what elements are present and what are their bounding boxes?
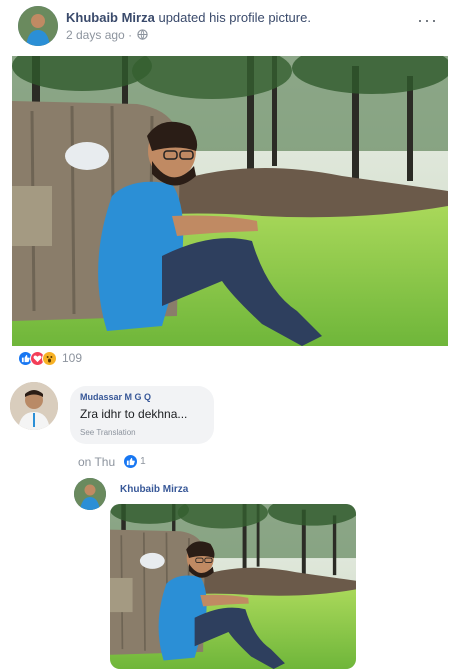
reply-author-avatar[interactable] <box>74 478 106 510</box>
reply-photo[interactable] <box>110 504 356 669</box>
commenter-avatar[interactable] <box>10 382 58 430</box>
reply-author-name[interactable]: Khubaib Mirza <box>120 484 188 495</box>
wow-icon <box>42 350 57 366</box>
post-action-text: updated his profile picture. <box>158 10 311 25</box>
comment-like-count: 1 <box>140 456 146 467</box>
profile-photo[interactable] <box>12 56 448 346</box>
globe-icon <box>137 29 149 43</box>
post-title-line: Khubaib Mirza updated his profile pictur… <box>66 10 311 25</box>
comment-timestamp[interactable]: on Thu <box>78 455 115 469</box>
comment-like-summary[interactable]: 1 <box>123 454 146 469</box>
comment-bubble: Mudassar M G Q Zra idhr to dekhna... See… <box>70 386 214 444</box>
like-icon <box>123 454 139 469</box>
see-translation-link[interactable]: See Translation <box>80 428 204 437</box>
post-header: Khubaib Mirza updated his profile pictur… <box>18 6 438 46</box>
meta-separator: · <box>128 28 133 42</box>
post-timestamp[interactable]: 2 days ago <box>66 28 125 42</box>
reactions-bar[interactable]: 109 <box>18 349 82 367</box>
comment-author[interactable]: Mudassar M G Q <box>80 392 204 402</box>
post-author-name[interactable]: Khubaib Mirza <box>66 10 155 25</box>
comment-text: Zra idhr to dekhna... <box>80 407 188 421</box>
author-avatar[interactable] <box>18 6 58 46</box>
comment-meta: on Thu 1 <box>78 454 146 469</box>
reaction-count[interactable]: 109 <box>62 351 82 365</box>
post-meta: 2 days ago · <box>66 28 149 43</box>
more-options-button[interactable]: ··· <box>417 10 438 31</box>
